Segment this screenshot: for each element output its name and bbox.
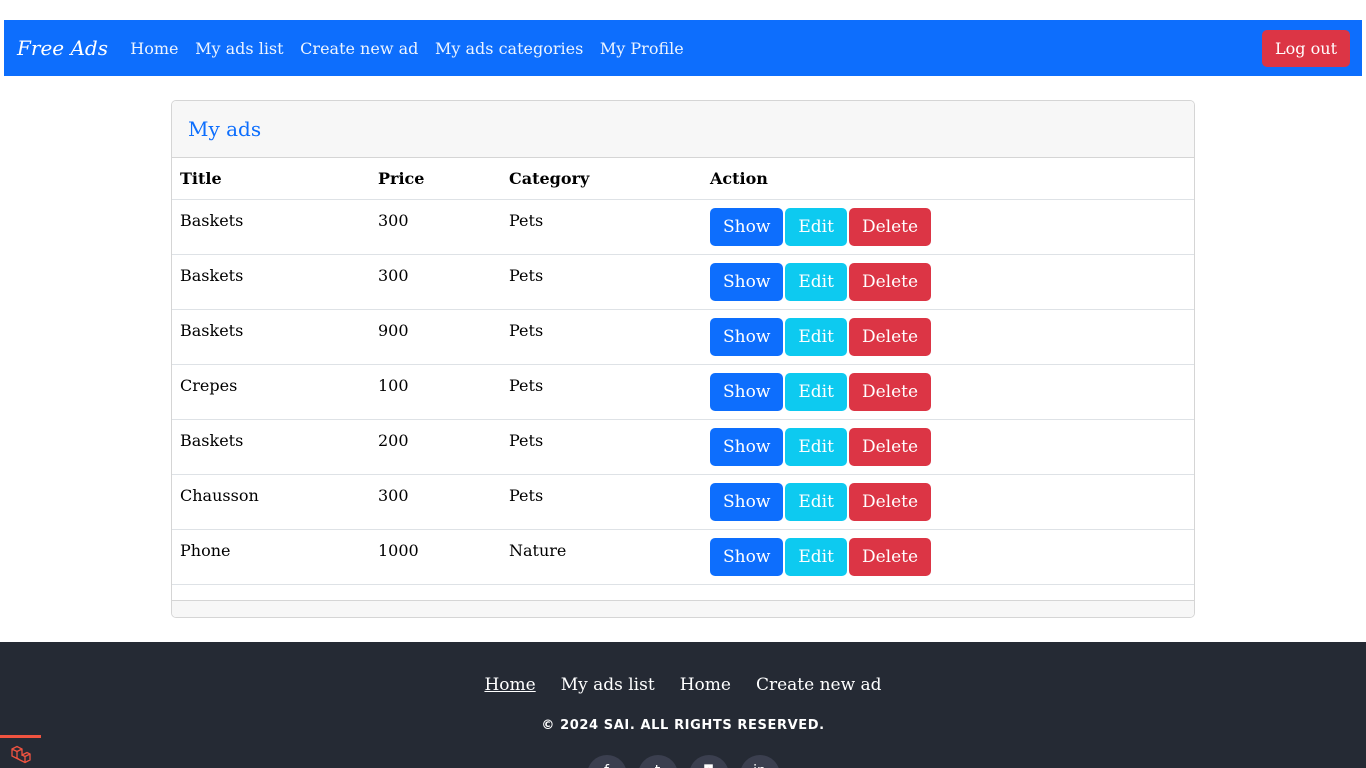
facebook-icon[interactable]: f: [586, 755, 627, 768]
cell-title: Chausson: [172, 474, 370, 530]
ads-table-body: Baskets 300 Pets Show Edit Delete Baskets 300 Pe…: [172, 199, 1194, 601]
delete-button[interactable]: Delete: [848, 482, 932, 521]
table-row: Baskets 200 Pets Show Edit Delete: [172, 419, 1194, 475]
cell-actions: Show Edit Delete: [702, 309, 1194, 365]
cell-category: Pets: [501, 309, 702, 365]
nav-my-profile[interactable]: My Profile: [592, 39, 692, 58]
cell-price: 100: [370, 364, 501, 420]
twitter-icon[interactable]: t: [637, 755, 678, 768]
column-header-price: Price: [370, 158, 501, 200]
page: Free Ads Home My ads list Create new ad …: [0, 0, 1366, 768]
column-header-action: Action: [702, 158, 1194, 200]
cell-category: Nature: [501, 529, 702, 585]
edit-button[interactable]: Edit: [785, 317, 847, 356]
nav-my-ads-list[interactable]: My ads list: [187, 39, 292, 58]
cell-price: 900: [370, 309, 501, 365]
cell-price: 300: [370, 254, 501, 310]
show-button[interactable]: Show: [710, 372, 784, 411]
edit-button[interactable]: Edit: [785, 262, 847, 301]
delete-button[interactable]: Delete: [848, 262, 932, 301]
edit-button[interactable]: Edit: [785, 372, 847, 411]
cell-actions: Show Edit Delete: [702, 529, 1194, 585]
nav-home[interactable]: Home: [122, 39, 187, 58]
table-row: Baskets 900 Pets Show Edit Delete: [172, 309, 1194, 365]
logout-button[interactable]: Log out: [1262, 30, 1350, 67]
empty-cell: [172, 584, 1194, 601]
edit-button[interactable]: Edit: [785, 207, 847, 246]
ads-table: Title Price Category Action Baskets 300 Pe…: [172, 158, 1194, 601]
cell-category: Pets: [501, 419, 702, 475]
my-ads-card: My ads Title Price Category Action Baske…: [171, 100, 1195, 618]
footer-link-home[interactable]: Home: [472, 675, 548, 695]
delete-button[interactable]: Delete: [848, 427, 932, 466]
nav-links: Home My ads list Create new ad My ads ca…: [122, 39, 692, 58]
cell-title: Baskets: [172, 199, 370, 255]
column-header-category: Category: [501, 158, 702, 200]
social-links: f t ◘ in: [0, 755, 1366, 768]
cell-actions: Show Edit Delete: [702, 254, 1194, 310]
footer-link-home-2[interactable]: Home: [667, 675, 743, 695]
table-row: Phone 1000 Nature Show Edit Delete: [172, 529, 1194, 585]
laravel-logo-icon: [11, 745, 31, 764]
card-header: My ads: [172, 101, 1194, 158]
brand-logo[interactable]: Free Ads: [17, 36, 108, 60]
linkedin-icon[interactable]: in: [739, 755, 780, 768]
column-header-title: Title: [172, 158, 370, 200]
table-row: Baskets 300 Pets Show Edit Delete: [172, 254, 1194, 310]
table-row: Baskets 300 Pets Show Edit Delete: [172, 199, 1194, 255]
table-row: Crepes 100 Pets Show Edit Delete: [172, 364, 1194, 420]
cell-category: Pets: [501, 474, 702, 530]
cell-title: Crepes: [172, 364, 370, 420]
cell-title: Baskets: [172, 254, 370, 310]
cell-category: Pets: [501, 199, 702, 255]
card-title: My ads: [188, 117, 262, 141]
footer-link-my-ads-list[interactable]: My ads list: [548, 675, 667, 695]
cell-actions: Show Edit Delete: [702, 199, 1194, 255]
show-button[interactable]: Show: [710, 537, 784, 576]
edit-button[interactable]: Edit: [785, 427, 847, 466]
footer-link-create-new-ad[interactable]: Create new ad: [743, 675, 894, 695]
show-button[interactable]: Show: [710, 262, 784, 301]
cell-category: Pets: [501, 254, 702, 310]
top-navbar: Free Ads Home My ads list Create new ad …: [4, 20, 1362, 76]
table-header-row: Title Price Category Action: [172, 158, 1194, 200]
laravel-debug-badge[interactable]: [0, 735, 41, 768]
show-button[interactable]: Show: [710, 207, 784, 246]
site-footer: Home My ads list Home Create new ad © 20…: [0, 642, 1366, 768]
nav-create-new-ad[interactable]: Create new ad: [292, 39, 427, 58]
cell-title: Baskets: [172, 419, 370, 475]
edit-button[interactable]: Edit: [785, 537, 847, 576]
table-row: Chausson 300 Pets Show Edit Delete: [172, 474, 1194, 530]
footer-links: Home My ads list Home Create new ad: [0, 675, 1366, 695]
cell-actions: Show Edit Delete: [702, 474, 1194, 530]
delete-button[interactable]: Delete: [848, 372, 932, 411]
delete-button[interactable]: Delete: [848, 317, 932, 356]
cell-price: 200: [370, 419, 501, 475]
cell-price: 300: [370, 474, 501, 530]
edit-button[interactable]: Edit: [785, 482, 847, 521]
cell-actions: Show Edit Delete: [702, 364, 1194, 420]
show-button[interactable]: Show: [710, 427, 784, 466]
card-footer: [172, 600, 1194, 617]
show-button[interactable]: Show: [710, 317, 784, 356]
show-button[interactable]: Show: [710, 482, 784, 521]
copyright-text: © 2024 SAI. ALL RIGHTS RESERVED.: [541, 718, 825, 733]
delete-button[interactable]: Delete: [848, 207, 932, 246]
cell-category: Pets: [501, 364, 702, 420]
table-empty-row: [172, 584, 1194, 601]
cell-title: Phone: [172, 529, 370, 585]
nav-my-ads-categories[interactable]: My ads categories: [427, 39, 592, 58]
cell-price: 300: [370, 199, 501, 255]
instagram-icon[interactable]: ◘: [688, 755, 729, 768]
cell-title: Baskets: [172, 309, 370, 365]
cell-price: 1000: [370, 529, 501, 585]
delete-button[interactable]: Delete: [848, 537, 932, 576]
cell-actions: Show Edit Delete: [702, 419, 1194, 475]
